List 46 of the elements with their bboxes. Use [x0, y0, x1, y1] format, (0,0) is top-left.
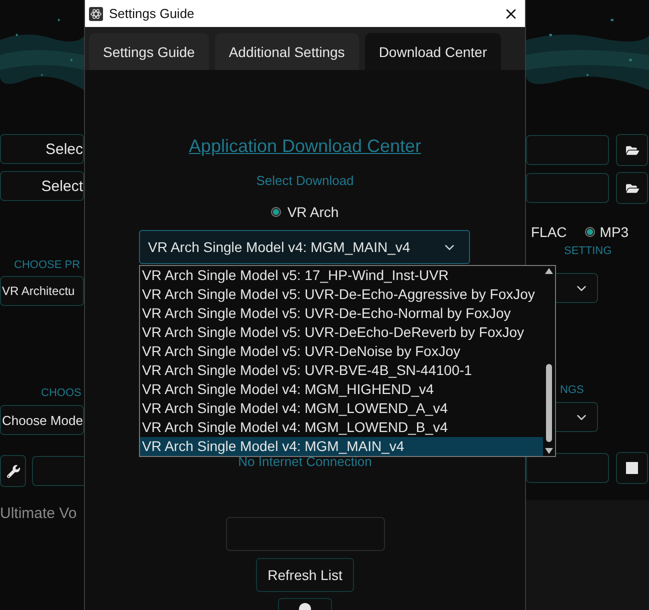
dropdown-option[interactable]: VR Arch Single Model v5: UVR-De-Echo-Aggressive by FoxJoy	[140, 285, 543, 304]
arch-radio[interactable]: VR Arch	[271, 204, 339, 220]
status-text: No Internet Connection	[238, 454, 372, 469]
model-select[interactable]: VR Arch Single Model v4: MGM_MAIN_v4	[139, 230, 470, 264]
app-name: Ultimate Vo	[0, 505, 78, 522]
model-select[interactable]: Choose Mode	[0, 405, 84, 435]
tab[interactable]: Additional Settings	[214, 33, 359, 70]
window-title: Settings Guide	[109, 6, 196, 21]
section-label: CHOOS	[40, 386, 82, 400]
folder-icon	[626, 182, 638, 194]
tab[interactable]: Settings Guide	[89, 33, 209, 70]
path-button[interactable]: Selec	[0, 134, 84, 164]
section-label: SETTING	[563, 244, 612, 258]
arrow-up-icon[interactable]	[545, 268, 553, 274]
scrollbar[interactable]	[543, 266, 555, 456]
dropdown-option[interactable]: VR Arch Single Model v5: UVR-DeEcho-DeReverb by FoxJoy	[140, 323, 543, 342]
atom-icon	[89, 6, 103, 20]
refresh-button[interactable]: Refresh List	[256, 558, 354, 592]
path-field[interactable]	[526, 135, 609, 165]
path-field[interactable]	[526, 173, 609, 203]
folder-icon	[626, 144, 638, 156]
dropdown-option[interactable]: VR Arch Single Model v4: MGM_LOWEND_B_v4	[140, 418, 543, 437]
dropdown-option[interactable]: VR Arch Single Model v5: UVR-De-Echo-Normal by FoxJoy	[140, 304, 543, 323]
dropdown-option[interactable]: VR Arch Single Model v4: MGM_LOWEND_A_v4	[140, 399, 543, 418]
folder-button[interactable]	[616, 172, 648, 204]
format-option[interactable]: FLAC	[531, 224, 567, 240]
arrow-down-icon[interactable]	[545, 448, 553, 454]
select-label: Select Download	[256, 173, 354, 188]
dropdown-option[interactable]: VR Arch Single Model v5: 17_HP-Wind_Inst-UVR	[140, 266, 543, 285]
stop-button[interactable]	[616, 452, 648, 484]
wrench-icon	[6, 464, 20, 478]
dropdown-option[interactable]: VR Arch Single Model v5: UVR-BVE-4B_SN-44100-1	[140, 361, 543, 380]
section-label: CHOOSE PR	[13, 258, 82, 272]
input-field[interactable]	[226, 517, 384, 551]
dropdown-option[interactable]: VR Arch Single Model v4: MGM_HIGHEND_v4	[140, 380, 543, 399]
heading-link[interactable]: Application Download Center	[188, 136, 422, 157]
folder-button[interactable]	[616, 134, 648, 166]
format-option[interactable]: MP3	[600, 224, 629, 240]
settings-button[interactable]	[0, 455, 26, 487]
stop-icon	[626, 462, 638, 474]
dropdown-option[interactable]: VR Arch Single Model v5: UVR-DeNoise by FoxJoy	[140, 342, 543, 361]
dropdown-option[interactable]: VR Arch Single Model v4: MGM_MAIN_v4	[140, 437, 543, 456]
path-button[interactable]: Select	[0, 171, 84, 201]
tab[interactable]: Download Center	[364, 33, 501, 70]
method-select[interactable]: VR Architectu	[0, 276, 84, 306]
section-label: NGS	[559, 383, 584, 397]
